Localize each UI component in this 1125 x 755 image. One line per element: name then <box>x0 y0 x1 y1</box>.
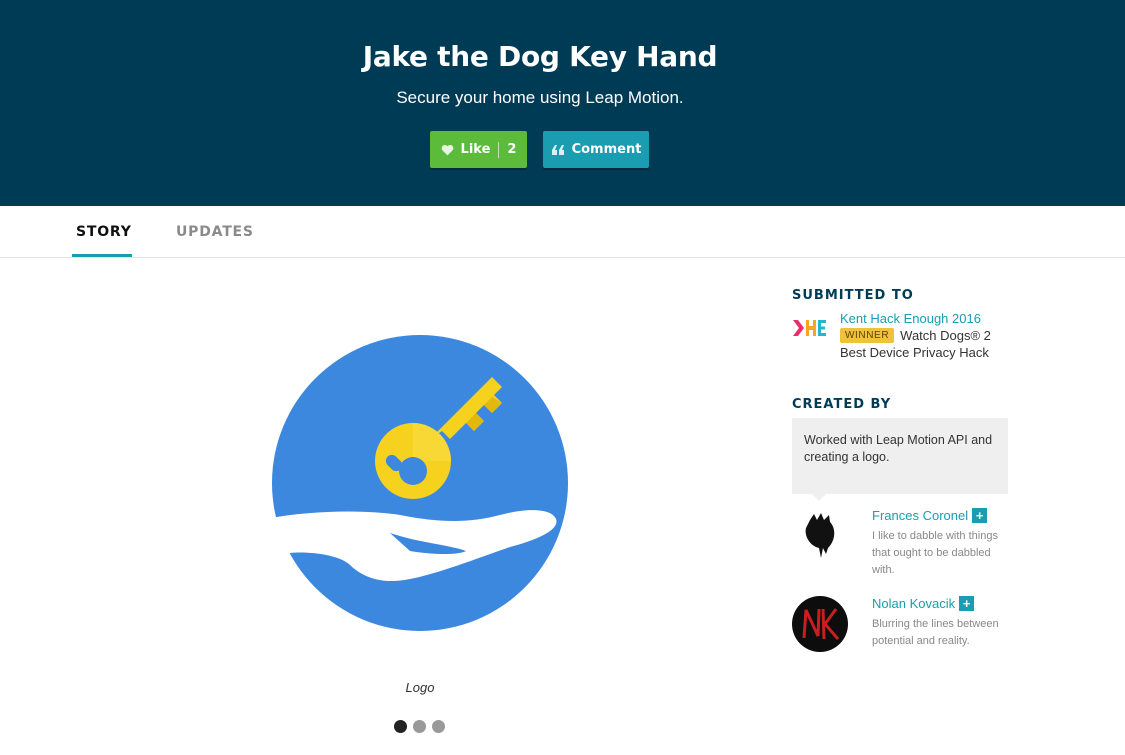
follow-plus-button[interactable]: + <box>959 596 975 611</box>
contribution-note: Worked with Leap Motion API and creating… <box>792 418 1008 494</box>
avatar[interactable] <box>792 508 848 564</box>
active-tab-indicator <box>72 254 132 257</box>
comment-label: Comment <box>571 142 642 157</box>
like-count: 2 <box>507 142 517 157</box>
submitted-to-heading: SUBMITTED TO <box>792 288 914 303</box>
project-logo-image <box>270 335 568 631</box>
tab-updates[interactable]: UPDATES <box>176 224 254 240</box>
comment-button[interactable]: Comment <box>543 131 649 168</box>
project-title: Jake the Dog Key Hand <box>362 40 718 73</box>
slide-dot-1[interactable] <box>394 720 407 733</box>
project-header: Jake the Dog Key Hand Secure your home u… <box>0 0 1125 206</box>
like-label: Like <box>460 142 491 157</box>
slide-dot-3[interactable] <box>432 720 445 733</box>
hackathon-logo[interactable] <box>793 318 827 338</box>
member-name[interactable]: Nolan Kovacik + <box>872 596 975 611</box>
created-by-heading: CREATED BY <box>792 397 892 412</box>
heart-icon <box>441 144 453 155</box>
follow-plus-button[interactable]: + <box>972 508 988 523</box>
like-divider <box>498 141 500 158</box>
member-bio: Blurring the lines between potential and… <box>872 618 999 647</box>
contribution-note-tail <box>812 494 826 501</box>
project-subtitle: Secure your home using Leap Motion. <box>396 88 684 107</box>
quote-icon <box>551 145 564 155</box>
hackathon-link[interactable]: Kent Hack Enough 2016 <box>840 311 981 326</box>
member-name[interactable]: Frances Coronel + <box>872 508 988 523</box>
member-name-text[interactable]: Frances Coronel <box>872 508 968 523</box>
prize-name: Watch Dogs® 2 <box>900 328 991 343</box>
tab-story[interactable]: STORY <box>76 224 132 240</box>
member-name-text[interactable]: Nolan Kovacik <box>872 596 955 611</box>
slide-pagination <box>394 720 445 733</box>
image-caption: Logo <box>405 680 435 695</box>
prize-row: WINNER Watch Dogs® 2 <box>840 328 991 343</box>
tab-bar: STORY UPDATES <box>0 206 1125 258</box>
like-button[interactable]: Like 2 <box>430 131 527 168</box>
winner-badge: WINNER <box>840 328 895 343</box>
member-bio: I like to dabble with things that ought … <box>872 530 998 576</box>
slide-dot-2[interactable] <box>413 720 426 733</box>
avatar[interactable] <box>792 596 848 652</box>
prize-category: Best Device Privacy Hack <box>840 345 989 360</box>
